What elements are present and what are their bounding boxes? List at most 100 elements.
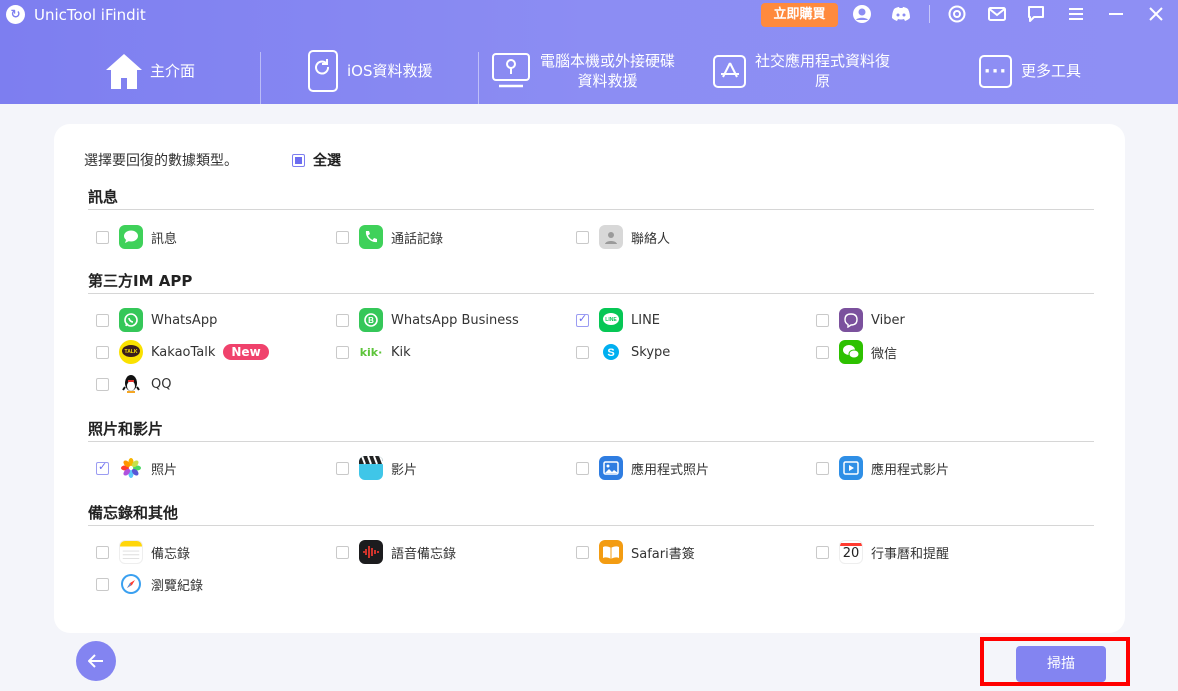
option-app-photos[interactable]: 應用程式照片 [576,456,709,480]
checkbox[interactable] [96,313,109,327]
option-label: 訊息 [151,231,178,247]
option-kakaotalk[interactable]: TALK KakaoTalk New [96,340,269,364]
option-label: 瀏覽紀錄 [151,578,204,594]
checkbox[interactable] [96,230,109,244]
option-photos[interactable]: 照片 [96,456,177,480]
option-sms[interactable]: 訊息 [96,225,177,249]
checkbox[interactable] [576,230,589,244]
more-dots-icon: ··· [979,54,1012,88]
checkbox[interactable] [576,312,589,327]
nav-more-label: 更多工具 [1021,62,1082,80]
checkbox[interactable] [96,577,109,591]
section-title-im: 第三方IM APP [88,272,193,290]
main-nav: 主介面 iOS資料救援 電腦本機或外接硬碟 資料救援 社交應用程式資料復 原 ·… [0,38,1178,104]
select-prompt: 選擇要回復的數據類型。 [84,153,238,169]
calendar-icon: 20 [839,540,863,564]
viber-icon [839,308,863,332]
checkbox[interactable] [576,461,589,475]
nav-ios-recovery[interactable]: iOS資料救援 [308,38,433,104]
chat-icon[interactable] [1026,4,1046,24]
computer-icon [492,53,530,89]
option-label: LINE [631,312,661,328]
option-notes[interactable]: 備忘錄 [96,540,190,564]
app-store-icon [713,54,746,88]
option-qq[interactable]: QQ [96,372,171,396]
title-bar: ↻ UnicTool iFindit 立即購買 [0,0,1178,30]
photos-app-icon [119,456,143,480]
svg-text:LINE: LINE [605,317,617,323]
option-call-log[interactable]: 通話記錄 [336,225,443,249]
checkbox[interactable] [96,545,109,559]
arrow-left-icon [88,654,103,668]
nav-divider [478,52,479,104]
checkbox[interactable] [96,460,109,475]
line-app-icon: LINE [599,308,623,332]
home-icon [104,51,144,91]
option-calendar[interactable]: 20 行事曆和提醒 [816,540,949,564]
option-whatsapp-business[interactable]: B WhatsApp Business [336,308,519,332]
buy-now-button[interactable]: 立即購買 [761,3,838,27]
user-avatar-icon[interactable] [852,4,872,24]
checkbox[interactable] [816,345,829,359]
section-divider [88,293,1094,294]
wechat-icon [839,340,863,364]
option-app-videos[interactable]: 應用程式影片 [816,456,949,480]
checkbox[interactable] [336,313,349,327]
checkbox[interactable] [336,230,349,244]
checkbox[interactable] [816,461,829,475]
option-label: 備忘錄 [151,546,191,562]
option-videos[interactable]: 影片 [336,456,417,480]
checkbox[interactable] [336,545,349,559]
minimize-icon[interactable] [1106,4,1126,24]
nav-social-label-1: 社交應用程式資料復 [755,52,891,70]
option-label: Safari書簽 [631,546,695,562]
phone-icon [359,225,383,249]
option-viber[interactable]: Viber [816,308,905,332]
scan-button[interactable]: 掃描 [1016,646,1106,682]
checkbox[interactable] [576,545,589,559]
notes-app-icon [119,540,143,564]
option-wechat[interactable]: 微信 [816,340,897,364]
calendar-day: 20 [842,546,860,561]
option-line[interactable]: LINE LINE [576,308,660,332]
option-label: 應用程式照片 [631,462,710,478]
option-kik[interactable]: kik· Kik [336,340,411,364]
checkbox[interactable] [576,345,589,359]
option-whatsapp[interactable]: WhatsApp [96,308,217,332]
option-skype[interactable]: S Skype [576,340,670,364]
section-divider [88,441,1094,442]
nav-more-tools[interactable]: ··· 更多工具 [979,38,1081,104]
option-safari-bookmarks[interactable]: Safari書簽 [576,540,695,564]
option-voice-memos[interactable]: 語音備忘錄 [336,540,456,564]
nav-pc-label-2: 資料救援 [577,72,638,90]
checkbox[interactable] [336,345,349,359]
option-label: QQ [151,376,172,392]
settings-icon[interactable] [947,4,967,24]
option-label: 影片 [391,462,418,478]
checkbox[interactable] [336,461,349,475]
option-label: Viber [871,312,905,328]
checkbox[interactable] [96,345,109,359]
discord-icon[interactable] [891,4,911,24]
back-button[interactable] [76,641,116,681]
nav-home[interactable]: 主介面 [104,38,195,104]
menu-icon[interactable] [1066,4,1086,24]
mail-icon[interactable] [987,4,1007,24]
option-contacts[interactable]: 聯絡人 [576,225,670,249]
nav-ios-label: iOS資料救援 [347,62,433,80]
voice-memo-icon [359,540,383,564]
qq-penguin-icon [119,372,143,396]
close-icon[interactable] [1146,4,1166,24]
nav-social-recovery[interactable]: 社交應用程式資料復 原 [713,38,890,104]
checkbox[interactable] [96,377,109,391]
select-all-box[interactable] [292,153,305,167]
nav-pc-recovery[interactable]: 電腦本機或外接硬碟 資料救援 [492,38,675,104]
option-browsing-history[interactable]: 瀏覽紀錄 [96,572,203,596]
whatsapp-business-icon: B [359,308,383,332]
checkbox[interactable] [816,313,829,327]
select-all-checkbox[interactable]: 全選 [292,150,341,170]
checkbox[interactable] [816,545,829,559]
app-header: ↻ UnicTool iFindit 立即購買 主介面 iOS資料救援 電腦本機… [0,0,1178,104]
contacts-icon [599,225,623,249]
option-label: 聯絡人 [631,231,671,247]
